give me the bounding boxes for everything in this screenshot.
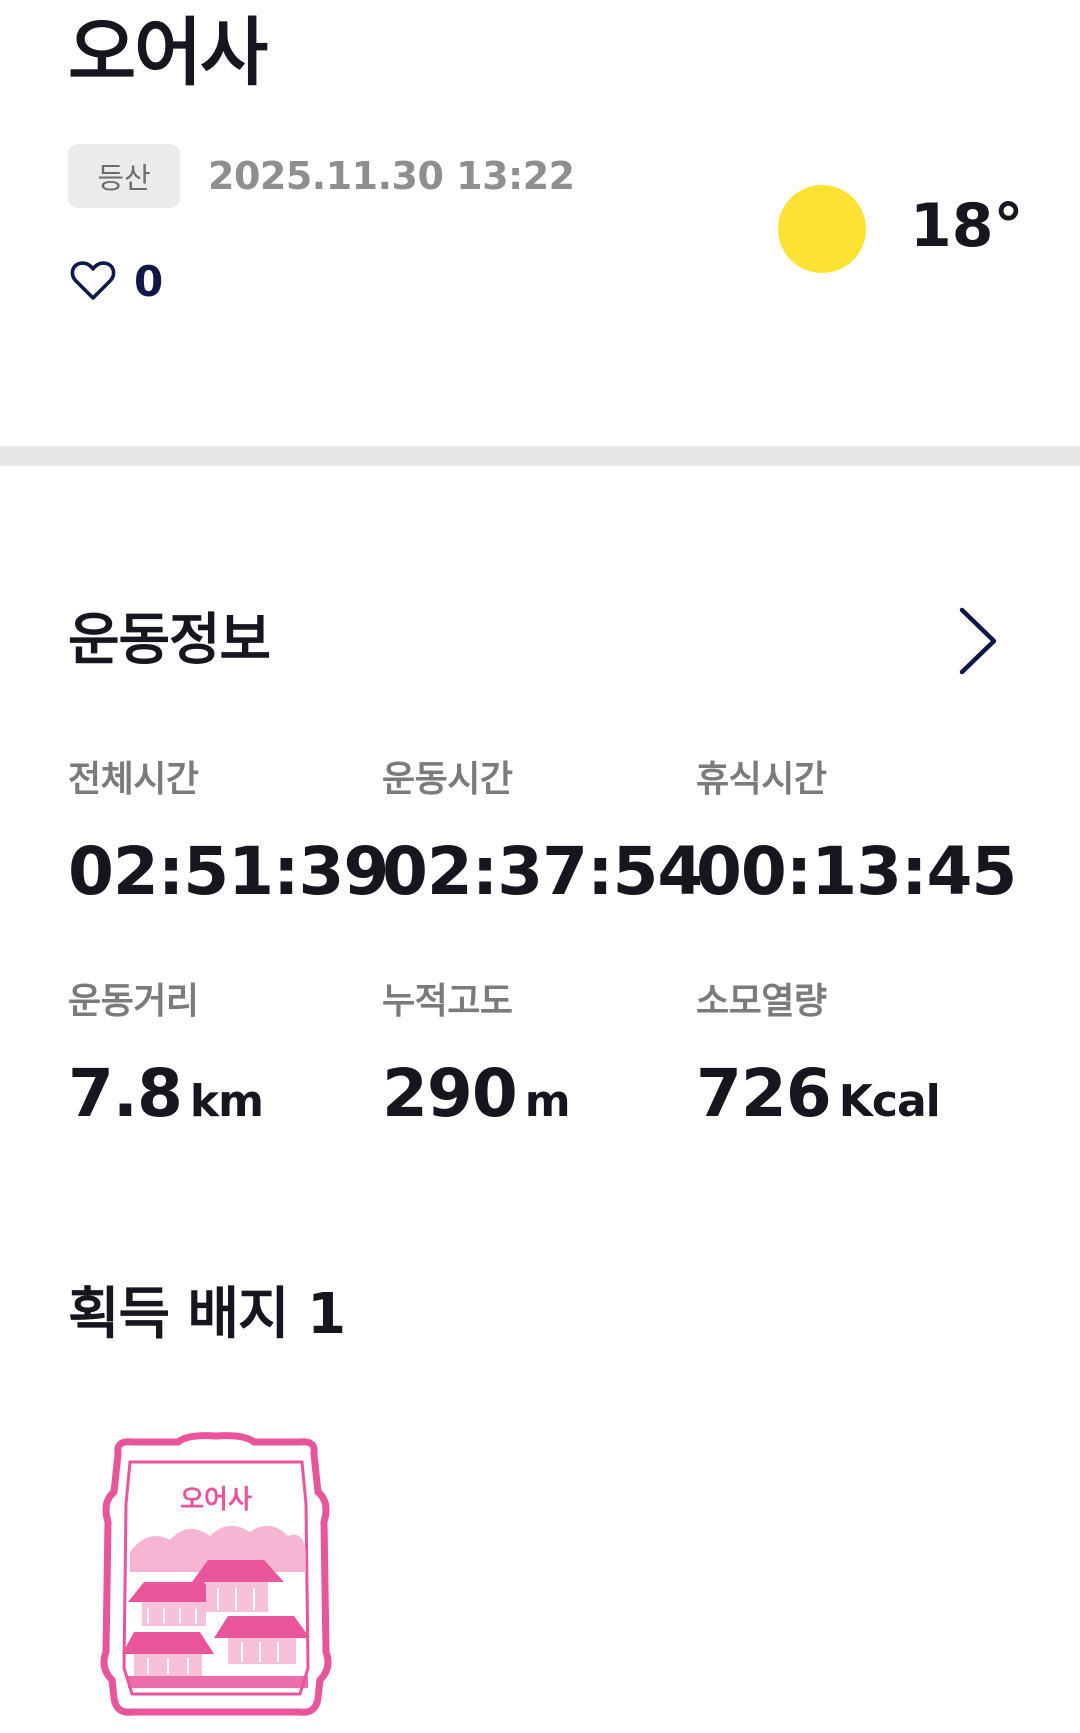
calories-value: 726 (696, 1055, 832, 1132)
elevation-value: 290 (382, 1055, 518, 1132)
distance-value: 7.8 (68, 1055, 183, 1132)
exercise-info-title: 운동정보 (68, 608, 271, 673)
sun-icon (778, 185, 866, 273)
chevron-right-icon[interactable] (952, 606, 1002, 676)
temperature: 18° (910, 191, 1024, 261)
badge-item[interactable]: 오어사 (88, 1432, 344, 1720)
total-time-label: 전체시간 (68, 759, 199, 800)
elevation-label: 누적고도 (382, 981, 513, 1022)
exercise-time-value: 02:37:54 (382, 833, 703, 910)
total-time-value: 02:51:39 (68, 833, 389, 910)
badges-title: 획득 배지 1 (68, 1282, 346, 1347)
calories-stat: 726 Kcal (696, 1054, 941, 1142)
section-divider (0, 446, 1080, 466)
calories-unit: Kcal (838, 1076, 941, 1127)
like-button[interactable]: 0 (70, 256, 163, 306)
distance-label: 운동거리 (68, 981, 199, 1022)
rest-time-label: 휴식시간 (696, 759, 827, 800)
category-tag: 등산 (68, 144, 180, 208)
rest-time-value: 00:13:45 (696, 833, 1017, 910)
distance-unit: km (189, 1076, 264, 1127)
page-title: 오어사 (68, 10, 268, 96)
heart-outline-icon (70, 260, 116, 302)
like-count: 0 (134, 256, 164, 306)
svg-text:오어사: 오어사 (180, 1485, 252, 1515)
exercise-time-label: 운동시간 (382, 759, 513, 800)
activity-datetime: 2025.11.30 13:22 (208, 154, 575, 198)
temple-stamp-badge-icon: 오어사 (100, 1432, 332, 1716)
elevation-unit: m (524, 1076, 571, 1127)
distance-stat: 7.8 km (68, 1054, 264, 1142)
elevation-stat: 290 m (382, 1054, 571, 1142)
calories-label: 소모열량 (696, 981, 827, 1022)
